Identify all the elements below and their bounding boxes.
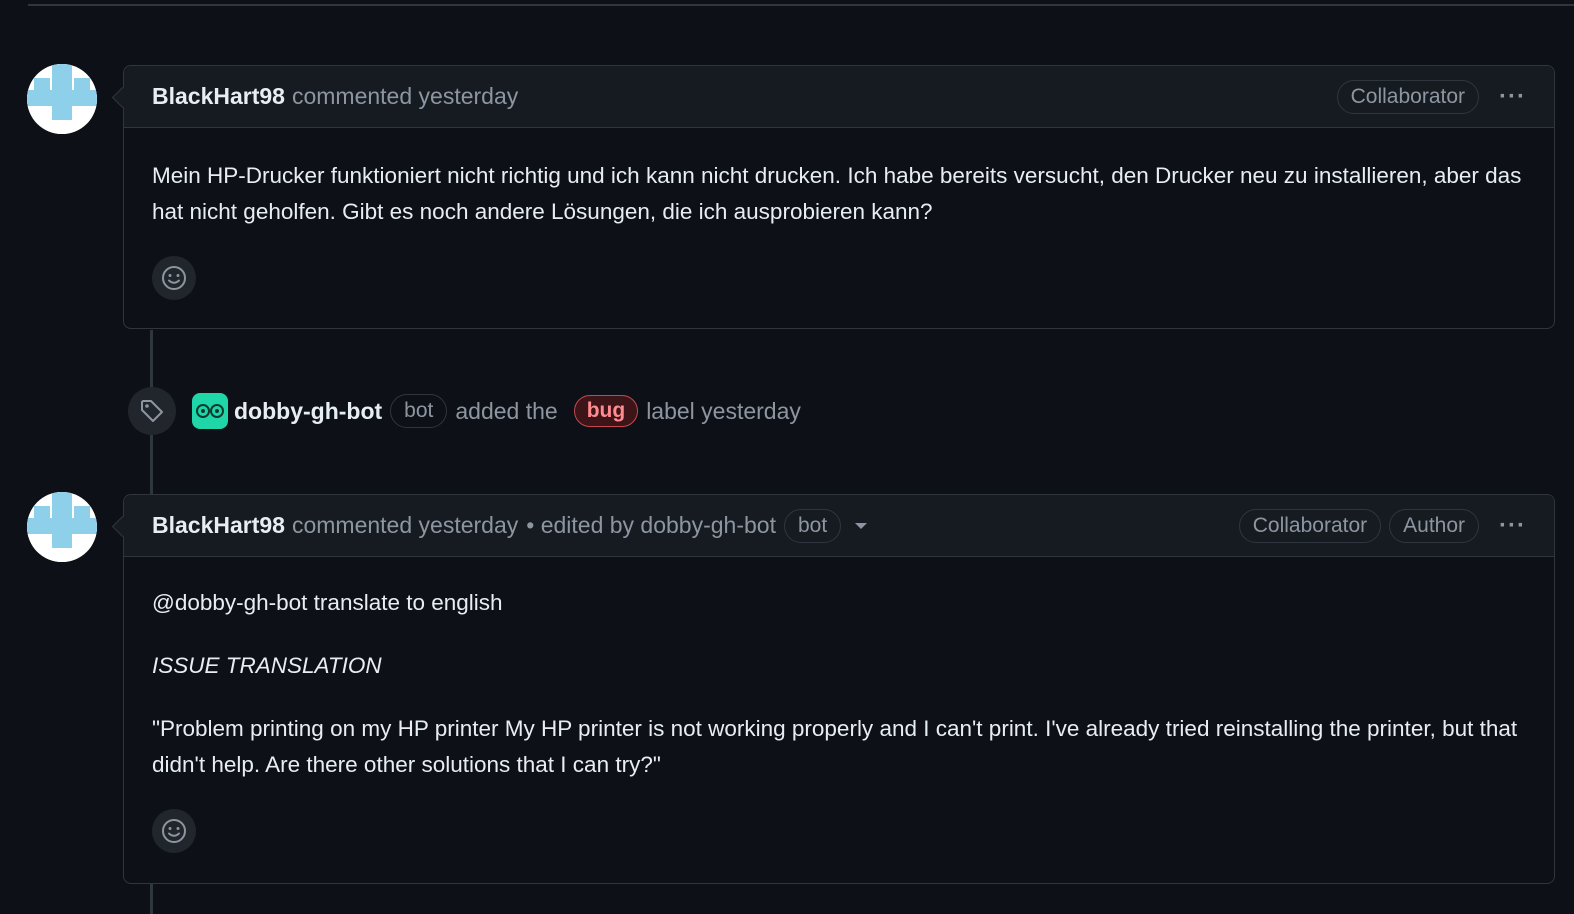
bot-badge: bot [390,394,448,428]
kebab-icon[interactable]: ··· [1499,512,1526,540]
tag-badge [128,387,176,435]
comment-card: BlackHart98 commented yesterday Collabor… [123,65,1555,329]
bot-eyes-icon [196,404,224,418]
translation-text: "Problem printing on my HP printer My HP… [152,716,1518,777]
comment-body: @dobby-gh-bot translate to english ISSUE… [124,557,1554,873]
comment-header: BlackHart98 commented yesterday • edited… [124,495,1554,557]
label-event: dobby-gh-bot bot added the bug label yes… [128,387,801,435]
bug-label[interactable]: bug [573,395,639,427]
comment-body: Mein HP-Drucker funktioniert nicht richt… [124,128,1554,320]
smiley-icon [162,819,186,843]
comment-card: BlackHart98 commented yesterday • edited… [123,494,1555,884]
identicon-avatar [27,64,97,134]
comment-author[interactable]: BlackHart98 [152,512,285,539]
mention-line: @dobby-gh-bot translate to english [152,590,503,615]
translation-heading: ISSUE TRANSLATION [152,653,382,678]
comment-timestamp[interactable]: commented yesterday [292,83,518,110]
edited-by-link[interactable]: • edited by dobby-gh-bot [526,512,776,539]
comment-timestamp[interactable]: commented yesterday [292,512,518,539]
kebab-icon[interactable]: ··· [1499,83,1526,111]
top-divider [28,4,1574,6]
bot-badge: bot [783,508,842,543]
author-avatar[interactable] [27,64,97,134]
comment-header: BlackHart98 commented yesterday Collabor… [124,66,1554,128]
add-reaction-button[interactable] [152,256,196,300]
collaborator-badge: Collaborator [1336,79,1480,114]
caret-down-icon[interactable] [855,522,868,529]
author-badge: Author [1389,508,1480,543]
author-avatar[interactable] [27,492,97,562]
bot-avatar[interactable] [192,393,228,429]
add-reaction-button[interactable] [152,809,196,853]
comment-author[interactable]: BlackHart98 [152,83,285,110]
comment-text: Mein HP-Drucker funktioniert nicht richt… [152,163,1522,224]
identicon-avatar [27,492,97,562]
event-suffix: label yesterday [646,397,801,424]
tag-icon [141,400,163,422]
event-action: added the [455,397,558,424]
smiley-icon [162,266,186,290]
event-actor[interactable]: dobby-gh-bot [234,398,382,425]
collaborator-badge: Collaborator [1238,508,1382,543]
